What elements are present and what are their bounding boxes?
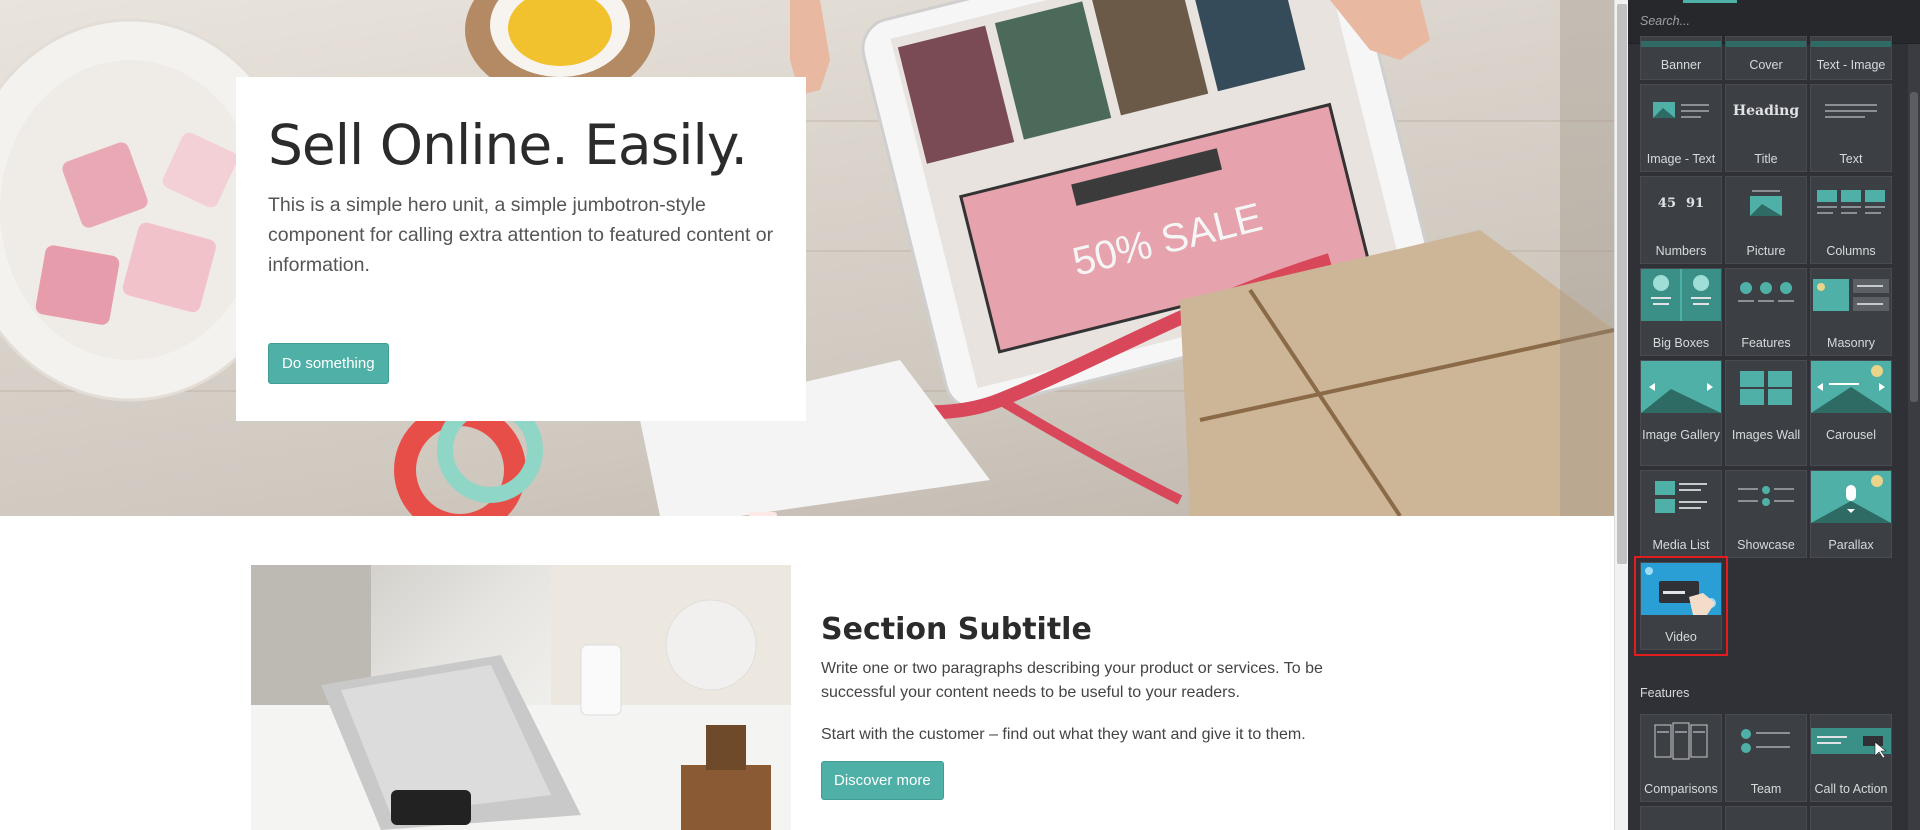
comparisons-icon <box>1641 715 1721 767</box>
snippet-text[interactable]: Text <box>1810 84 1892 172</box>
snippet-label: Carousel <box>1825 428 1877 442</box>
snippet-label: Big Boxes <box>1652 336 1710 350</box>
canvas-scrollbar-thumb[interactable] <box>1617 4 1627 564</box>
snippet-comparisons[interactable]: Comparisons <box>1640 714 1722 802</box>
title-icon: Heading <box>1726 85 1806 137</box>
carousel-icon <box>1811 361 1891 413</box>
snippet-text-image[interactable]: Text - Image <box>1810 36 1892 80</box>
snippet-label: Parallax <box>1828 538 1874 552</box>
snippet-banner[interactable]: Banner <box>1640 36 1722 80</box>
picture-icon <box>1726 177 1806 229</box>
snippet-label: Team <box>1750 782 1782 796</box>
snippet-label: Media List <box>1652 538 1710 552</box>
masonry-icon <box>1811 269 1891 321</box>
search-input[interactable]: Search... <box>1640 14 1690 28</box>
snippet-parallax[interactable]: Parallax <box>1810 470 1892 558</box>
snippet-carousel[interactable]: Carousel <box>1810 360 1892 466</box>
snippet-label: Masonry <box>1827 336 1875 350</box>
snippets-scrollbar[interactable] <box>1908 44 1920 830</box>
numbers-thumb-a: 45 <box>1657 195 1676 211</box>
images-wall-icon <box>1726 361 1806 413</box>
banner-icon <box>1641 37 1721 51</box>
snippet-title[interactable]: Heading Title <box>1725 84 1807 172</box>
text-image-section[interactable]: Section Subtitle Write one or two paragr… <box>0 516 1614 830</box>
title-thumb-text: Heading <box>1732 103 1800 119</box>
canvas-scrollbar[interactable] <box>1614 0 1628 830</box>
snippet-next-row-1[interactable] <box>1640 806 1722 830</box>
video-icon <box>1641 563 1721 615</box>
text-image-icon <box>1811 37 1891 51</box>
snippet-next-row-3[interactable] <box>1810 806 1892 830</box>
numbers-thumb-b: 91 <box>1686 195 1705 211</box>
snippet-label: Numbers <box>1655 244 1707 258</box>
snippet-label: Banner <box>1660 58 1702 72</box>
snippet-media-list[interactable]: Media List <box>1640 470 1722 558</box>
hero-text[interactable]: This is a simple hero unit, a simple jum… <box>268 190 774 280</box>
call-to-action-icon <box>1811 715 1891 767</box>
snippet-label: Comparisons <box>1644 782 1718 796</box>
snippet-big-boxes[interactable]: Big Boxes <box>1640 268 1722 356</box>
section-paragraph-1[interactable]: Write one or two paragraphs describing y… <box>821 657 1341 705</box>
snippet-label: Features <box>1741 336 1791 350</box>
active-tab-indicator <box>1683 0 1737 3</box>
features-icon <box>1726 269 1806 321</box>
snippet-numbers[interactable]: 45 91 Numbers <box>1640 176 1722 264</box>
image-text-icon <box>1641 85 1721 137</box>
snippet-columns[interactable]: Columns <box>1810 176 1892 264</box>
parallax-icon <box>1811 471 1891 523</box>
snippet-label: Picture <box>1746 244 1786 258</box>
laptop-image[interactable] <box>251 565 791 830</box>
snippet-team[interactable]: Team <box>1725 714 1807 802</box>
snippet-image-text[interactable]: Image - Text <box>1640 84 1722 172</box>
section-subtitle[interactable]: Section Subtitle <box>821 612 1092 647</box>
numbers-icon: 45 91 <box>1641 177 1721 229</box>
snippet-label: Video <box>1665 630 1697 644</box>
snippet-picture[interactable]: Picture <box>1725 176 1807 264</box>
snippet-features[interactable]: Features <box>1725 268 1807 356</box>
text-icon <box>1811 85 1891 137</box>
snippet-label: Images Wall <box>1731 428 1801 442</box>
snippet-label: Text <box>1839 152 1863 166</box>
snippet-label: Image - Text <box>1646 152 1716 166</box>
snippet-label: Text - Image <box>1816 58 1886 72</box>
snippet-masonry[interactable]: Masonry <box>1810 268 1892 356</box>
editor-window: { "hero": { "title": "Sell Online. Easil… <box>0 0 1920 830</box>
snippet-video[interactable]: Video <box>1634 556 1728 656</box>
snippet-label: Image Gallery <box>1642 428 1720 442</box>
snippets-panel: Search... Banner Cover Text - Image Imag… <box>1628 0 1920 830</box>
do-something-button[interactable]: Do something <box>268 343 389 384</box>
snippet-cover[interactable]: Cover <box>1725 36 1807 80</box>
features-category-title: Features <box>1640 686 1690 700</box>
hero-card[interactable]: Sell Online. Easily. This is a simple he… <box>236 77 806 421</box>
snippet-label: Call to Action <box>1814 782 1888 796</box>
snippet-next-row-2[interactable] <box>1725 806 1807 830</box>
showcase-icon <box>1726 471 1806 523</box>
image-gallery-icon <box>1641 361 1721 413</box>
snippets-scrollbar-thumb[interactable] <box>1910 92 1918 402</box>
hero-section[interactable]: 50% SALE Sell Online. Easily. This is a … <box>0 0 1614 516</box>
cover-icon <box>1726 37 1806 51</box>
section-paragraph-2[interactable]: Start with the customer – find out what … <box>821 723 1341 747</box>
snippet-label: Cover <box>1749 58 1783 72</box>
snippet-label: Title <box>1754 152 1778 166</box>
columns-icon <box>1811 177 1891 229</box>
snippet-label: Columns <box>1826 244 1876 258</box>
team-icon <box>1726 715 1806 767</box>
snippet-image-gallery[interactable]: Image Gallery <box>1640 360 1722 466</box>
website-canvas: 50% SALE Sell Online. Easily. This is a … <box>0 0 1614 830</box>
snippet-call-to-action[interactable]: Call to Action <box>1810 714 1892 802</box>
hero-title[interactable]: Sell Online. Easily. <box>268 115 774 176</box>
discover-more-button[interactable]: Discover more <box>821 761 944 800</box>
snippet-images-wall[interactable]: Images Wall <box>1725 360 1807 466</box>
media-list-icon <box>1641 471 1721 523</box>
snippet-label: Showcase <box>1737 538 1795 552</box>
big-boxes-icon <box>1641 269 1721 321</box>
snippet-showcase[interactable]: Showcase <box>1725 470 1807 558</box>
